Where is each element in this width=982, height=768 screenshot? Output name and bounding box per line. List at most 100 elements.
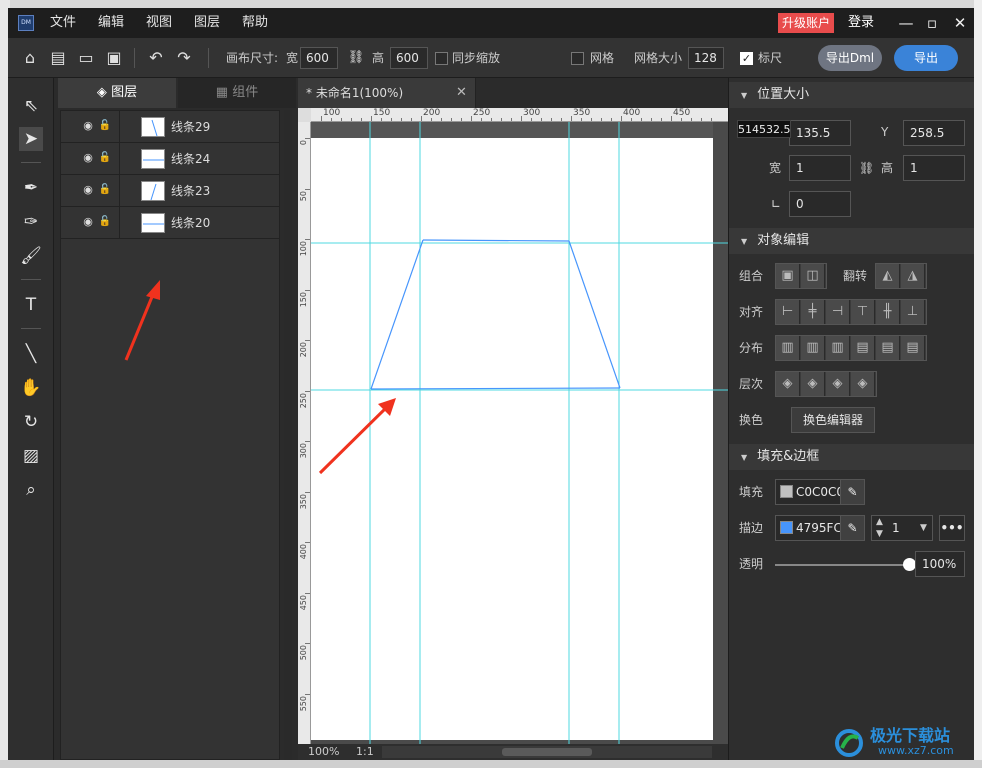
hand-icon[interactable]: ✋ <box>19 376 43 400</box>
bring-forward-icon[interactable]: ◈ <box>801 372 825 396</box>
distribute-left-icon[interactable]: ▥ <box>776 336 800 360</box>
send-backward-icon[interactable]: ◈ <box>826 372 850 396</box>
save-icon[interactable]: ▣ <box>104 48 124 68</box>
align-right-icon[interactable]: ⊣ <box>826 300 850 324</box>
distribute-hcenter-icon[interactable]: ▥ <box>801 336 825 360</box>
line-icon[interactable]: ╲ <box>19 342 43 366</box>
group-icon[interactable]: ▣ <box>776 264 800 288</box>
text-icon[interactable]: T <box>19 293 43 317</box>
more-options-icon[interactable]: ••• <box>939 515 965 541</box>
new-file-icon[interactable]: ▤ <box>48 48 68 68</box>
distribute-vcenter-icon[interactable]: ▤ <box>876 336 900 360</box>
ratio-readout[interactable]: 1:1 <box>356 744 374 760</box>
y-input[interactable]: 258.5 <box>903 120 965 146</box>
link-icon[interactable]: ⛓ <box>859 156 874 180</box>
pen-plus-icon[interactable]: ✑ <box>19 210 43 234</box>
lock-icon[interactable]: 🔓 <box>98 215 112 229</box>
rotate-icon[interactable]: ↻ <box>19 410 43 434</box>
horizontal-scrollbar[interactable] <box>382 746 712 758</box>
scrollbar-thumb[interactable] <box>502 748 592 756</box>
layer-row[interactable]: ◉ 🔓 线条20 <box>61 207 279 239</box>
layer-row[interactable]: ◉ 🔓 线条24 <box>61 143 279 175</box>
eyedropper-icon[interactable]: ✎ <box>840 516 864 540</box>
flip-vertical-icon[interactable]: ◮ <box>901 264 925 288</box>
open-folder-icon[interactable]: ▭ <box>76 48 96 68</box>
align-center-icon[interactable]: ╪ <box>801 300 825 324</box>
stroke-width-stepper[interactable]: ▲ ▼ 1 ▼ <box>871 515 933 541</box>
ruler-checkbox[interactable]: ✓ <box>740 52 753 65</box>
grid-size-input[interactable]: 128 <box>688 47 724 69</box>
stroke-color-input[interactable]: 4795FC ✎ <box>775 515 865 541</box>
align-top-icon[interactable]: ⊤ <box>851 300 875 324</box>
tab-components[interactable]: ▦ 组件 <box>178 78 296 108</box>
canvas-height-input[interactable]: 600 <box>390 47 428 69</box>
close-tab-icon[interactable]: ✕ <box>456 78 467 108</box>
undo-icon[interactable]: ↶ <box>146 48 166 68</box>
minimize-icon[interactable]: — <box>896 13 916 33</box>
x-input[interactable]: 135.5 <box>789 120 851 146</box>
redo-icon[interactable]: ↷ <box>174 48 194 68</box>
lock-icon[interactable]: 🔓 <box>98 151 112 165</box>
lock-icon[interactable]: 🔓 <box>98 183 112 197</box>
layer-scrollbar[interactable] <box>284 110 292 760</box>
maximize-icon[interactable]: ▫ <box>922 13 942 33</box>
opacity-slider[interactable] <box>729 551 919 577</box>
canvas-area[interactable]: 100 150 200 250 300 350 400 450 0 50 100 150 200 250… <box>298 108 728 760</box>
send-to-back-icon[interactable]: ◈ <box>851 372 875 396</box>
upgrade-account-button[interactable]: 升级账户 <box>778 13 834 33</box>
ungroup-icon[interactable]: ◫ <box>801 264 825 288</box>
gradient-icon[interactable]: ▨ <box>19 444 43 468</box>
select-icon[interactable]: ⇖ <box>19 94 43 118</box>
fill-color-input[interactable]: C0C0C0 ✎ <box>775 479 865 505</box>
opacity-input[interactable]: 100% <box>915 551 965 577</box>
link-icon[interactable]: ⛓ <box>346 48 366 68</box>
width-input[interactable]: 1 <box>789 155 851 181</box>
layer-row[interactable]: ◉ 🔓 线条29 <box>61 111 279 143</box>
menu-file[interactable]: 文件 <box>50 8 76 38</box>
sync-scale-checkbox[interactable] <box>435 52 448 65</box>
close-icon[interactable]: ✕ <box>950 13 970 33</box>
bring-to-front-icon[interactable]: ◈ <box>776 372 800 396</box>
distribute-right-icon[interactable]: ▥ <box>826 336 850 360</box>
slider-track[interactable] <box>775 564 909 566</box>
chevron-down-icon[interactable]: ▼ <box>920 516 927 540</box>
tab-layers[interactable]: ◈ 图层 <box>58 78 176 108</box>
menu-edit[interactable]: 编辑 <box>98 8 124 38</box>
eyedropper-icon[interactable]: ✎ <box>840 480 864 504</box>
angle-input[interactable]: 0 <box>789 191 851 217</box>
visibility-eye-icon[interactable]: ◉ <box>81 151 95 165</box>
menu-layer[interactable]: 图层 <box>194 8 220 38</box>
canvas-width-input[interactable]: 600 <box>300 47 338 69</box>
visibility-eye-icon[interactable]: ◉ <box>81 119 95 133</box>
section-fill-stroke[interactable]: ▼ 填充&边框 <box>729 444 974 470</box>
flip-horizontal-icon[interactable]: ◭ <box>876 264 900 288</box>
align-bottom-icon[interactable]: ⊥ <box>901 300 925 324</box>
align-left-icon[interactable]: ⊢ <box>776 300 800 324</box>
visibility-eye-icon[interactable]: ◉ <box>81 183 95 197</box>
lock-icon[interactable]: 🔓 <box>98 119 112 133</box>
menu-view[interactable]: 视图 <box>146 8 172 38</box>
stepper-arrows-icon[interactable]: ▲ ▼ <box>876 516 883 540</box>
section-position-size[interactable]: ▼ 位置大小 <box>729 82 974 108</box>
grid-checkbox[interactable] <box>571 52 584 65</box>
menu-help[interactable]: 帮助 <box>242 8 268 38</box>
distribute-top-icon[interactable]: ▤ <box>851 336 875 360</box>
recolor-editor-button[interactable]: 换色编辑器 <box>791 407 875 433</box>
visibility-eye-icon[interactable]: ◉ <box>81 215 95 229</box>
login-button[interactable]: 登录 <box>848 13 874 33</box>
export-button[interactable]: 导出 <box>894 45 958 71</box>
direct-select-icon[interactable]: ➤ <box>19 127 43 151</box>
section-object-edit[interactable]: ▼ 对象编辑 <box>729 228 974 254</box>
export-dml-button[interactable]: 导出Dml <box>818 45 882 71</box>
fill-color-swatch[interactable] <box>780 485 793 498</box>
height-input[interactable]: 1 <box>903 155 965 181</box>
layer-row[interactable]: ◉ 🔓 线条23 <box>61 175 279 207</box>
distribute-bottom-icon[interactable]: ▤ <box>901 336 925 360</box>
home-icon[interactable]: ⌂ <box>20 48 40 68</box>
brush-icon[interactable]: 🖌 <box>19 244 43 268</box>
zoom-icon[interactable]: ⌕ <box>19 478 43 502</box>
pen-icon[interactable]: ✒ <box>19 176 43 200</box>
stroke-color-swatch[interactable] <box>780 521 793 534</box>
document-tab[interactable]: * 未命名1(100%) ✕ <box>298 78 476 108</box>
align-middle-icon[interactable]: ╫ <box>876 300 900 324</box>
